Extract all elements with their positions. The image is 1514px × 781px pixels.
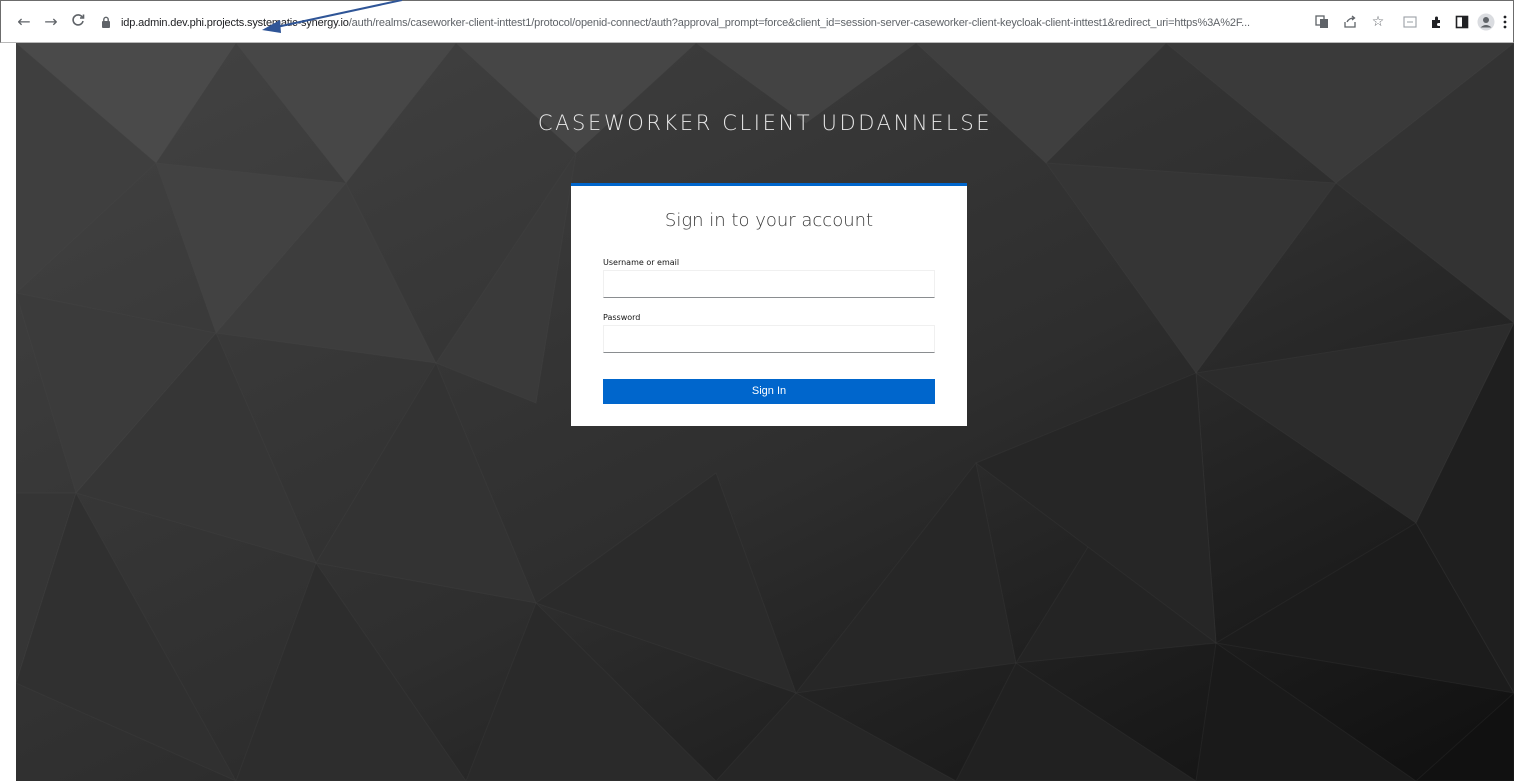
realm-title: CASEWORKER CLIENT UDDANNELSE [537,111,993,135]
sign-in-button[interactable]: Sign In [603,379,935,404]
password-input[interactable] [603,325,935,353]
username-input[interactable] [603,270,935,298]
url-text: idp.admin.dev.phi.projects.systematic-sy… [121,17,1250,29]
url-path: /auth/realms/caseworker-client-inttest1/… [348,17,1250,29]
address-bar[interactable]: idp.admin.dev.phi.projects.systematic-sy… [101,14,1281,32]
extensions-icon[interactable] [1427,13,1445,31]
share-icon[interactable] [1341,13,1359,31]
profile-icon[interactable] [1477,13,1495,31]
star-icon[interactable]: ☆ [1369,13,1387,31]
url-host: idp.admin.dev.phi.projects.systematic-sy… [121,17,349,29]
forward-arrow-icon[interactable]: → [42,13,60,31]
page-viewport: CASEWORKER CLIENT UDDANNELSE Sign in to … [16,43,1514,781]
back-arrow-icon[interactable]: ← [15,13,33,31]
card-title: Sign in to your account [664,210,874,231]
tab-search-icon[interactable] [1401,13,1419,31]
translate-icon[interactable] [1313,13,1331,31]
menu-icon[interactable] [1499,13,1511,31]
password-label: Password [603,313,641,322]
reload-icon[interactable] [69,13,87,31]
username-label: Username or email [603,258,680,267]
browser-toolbar: ← → idp.admin.dev.phi.projects.systemati… [0,0,1514,43]
side-panel-icon[interactable] [1453,13,1471,31]
lock-icon[interactable] [101,16,111,30]
login-card: Sign in to your account Username or emai… [571,183,967,426]
